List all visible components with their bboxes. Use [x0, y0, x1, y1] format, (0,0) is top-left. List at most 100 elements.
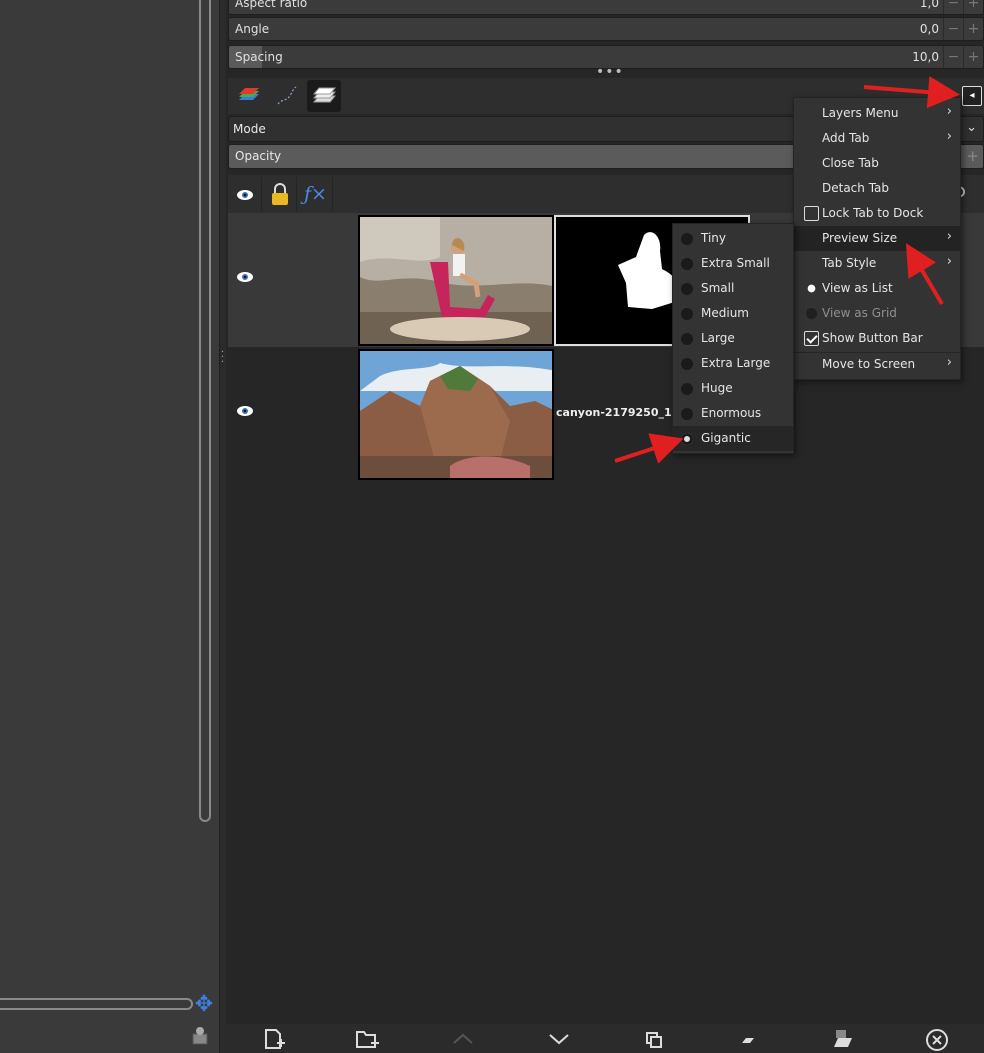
menu-item-label: Extra Large: [701, 356, 771, 370]
add-mask-button[interactable]: [828, 1026, 858, 1052]
radio-unchecked-icon: [681, 358, 693, 370]
duplicate-layer-icon: [646, 1032, 662, 1048]
quick-mask-icon[interactable]: [189, 1024, 211, 1046]
menu-item-label: Add Tab: [822, 131, 870, 145]
eye-icon: [237, 190, 253, 200]
layer-thumbnail[interactable]: [358, 215, 554, 346]
layers-tab[interactable]: [231, 80, 265, 112]
preview-size-huge[interactable]: Huge: [673, 376, 793, 401]
radio-unchecked-icon: [681, 408, 693, 420]
layers-icon: [239, 88, 259, 100]
menu-item-view-as-grid: View as Grid: [794, 301, 960, 326]
menu-item-layers-menu[interactable]: Layers Menu ›: [794, 101, 960, 126]
new-layer-icon: [265, 1029, 285, 1049]
paths-icon: [277, 86, 297, 105]
chevron-down-icon[interactable]: ⌄: [966, 120, 977, 135]
raise-layer-button[interactable]: [448, 1026, 478, 1052]
show-button-bar-checkbox[interactable]: [804, 331, 819, 346]
duplicate-layer-button[interactable]: [638, 1026, 668, 1052]
channels-icon: [312, 87, 337, 103]
menu-item-label: Huge: [701, 381, 733, 395]
increment-button[interactable]: +: [963, 18, 983, 40]
spacing-label: Spacing: [235, 50, 283, 64]
menu-item-tab-style[interactable]: Tab Style ›: [794, 251, 960, 276]
canvas-horizontal-scrollbar[interactable]: [0, 998, 193, 1010]
preview-size-medium[interactable]: Medium: [673, 301, 793, 326]
menu-item-label: Small: [701, 281, 735, 295]
preview-size-tiny[interactable]: Tiny: [673, 226, 793, 251]
splitter-grip-icon[interactable]: · · ·: [219, 348, 226, 368]
channels-tab[interactable]: [307, 80, 341, 112]
navigate-icon[interactable]: ✥: [193, 994, 215, 1016]
decrement-button[interactable]: −: [943, 0, 963, 14]
mask-icon: [834, 1030, 852, 1047]
decrement-button[interactable]: −: [943, 18, 963, 40]
increment-button[interactable]: +: [963, 0, 983, 14]
layer-name[interactable]: canyon-2179250_192: [556, 406, 687, 419]
delete-layer-button[interactable]: [922, 1026, 952, 1052]
menu-item-add-tab[interactable]: Add Tab ›: [794, 126, 960, 151]
decrement-button[interactable]: −: [943, 46, 963, 68]
menu-item-label: Preview Size: [822, 231, 898, 245]
radio-unchecked-icon: [681, 258, 693, 270]
increment-button[interactable]: +: [963, 46, 983, 68]
menu-item-move-to-screen[interactable]: Move to Screen ›: [794, 352, 960, 377]
angle-value[interactable]: 0,0: [920, 22, 939, 36]
layer-thumbnail[interactable]: [358, 349, 554, 480]
radio-checked-icon: [681, 433, 693, 445]
paths-tab[interactable]: [269, 80, 303, 112]
menu-item-label: Lock Tab to Dock: [822, 206, 924, 220]
preview-size-large[interactable]: Large: [673, 326, 793, 351]
fx-icon[interactable]: ƒ×: [299, 177, 333, 211]
tab-context-menu: Layers Menu › Add Tab › Close Tab Detach…: [793, 97, 961, 380]
menu-item-close-tab[interactable]: Close Tab: [794, 151, 960, 176]
radio-checked-icon[interactable]: [807, 284, 816, 293]
menu-item-show-button-bar[interactable]: Show Button Bar: [794, 326, 960, 351]
menu-item-label: Medium: [701, 306, 749, 320]
preview-size-small[interactable]: Small: [673, 276, 793, 301]
aspect-ratio-spinner[interactable]: Aspect ratio 1,0 − +: [228, 0, 984, 15]
preview-size-extra-small[interactable]: Extra Small: [673, 251, 793, 276]
new-layer-button[interactable]: [258, 1026, 288, 1052]
angle-spinner[interactable]: Angle 0,0 − +: [228, 17, 984, 41]
menu-item-label: Show Button Bar: [822, 331, 923, 345]
menu-item-label: Layers Menu: [822, 106, 899, 120]
aspect-ratio-value[interactable]: 1,0: [920, 0, 939, 10]
preview-size-gigantic[interactable]: Gigantic: [673, 426, 793, 451]
anchor-layer-button[interactable]: [732, 1026, 762, 1052]
eye-icon[interactable]: [236, 405, 254, 417]
spacing-value[interactable]: 10,0: [912, 50, 939, 64]
menu-item-label: Enormous: [701, 406, 762, 420]
chevron-right-icon: ›: [946, 104, 952, 119]
canvas-vertical-scrollbar[interactable]: [199, 0, 211, 822]
chevron-right-icon: ›: [946, 129, 952, 144]
opacity-label: Opacity: [235, 149, 282, 163]
radio-unchecked-icon: [681, 333, 693, 345]
lock-pixels-button[interactable]: [263, 177, 297, 211]
mode-label: Mode: [233, 122, 266, 136]
menu-item-view-as-list[interactable]: View as List: [794, 276, 960, 301]
preview-size-extra-large[interactable]: Extra Large: [673, 351, 793, 376]
preview-size-enormous[interactable]: Enormous: [673, 401, 793, 426]
new-layer-group-button[interactable]: [352, 1026, 382, 1052]
radio-unchecked-icon: [806, 308, 817, 319]
eye-icon[interactable]: [236, 271, 254, 283]
lower-layer-icon: [549, 1034, 569, 1045]
menu-item-label: Move to Screen: [822, 357, 916, 371]
menu-item-label: View as Grid: [822, 306, 897, 320]
lock-tab-checkbox[interactable]: [804, 206, 819, 221]
menu-item-detach-tab[interactable]: Detach Tab: [794, 176, 960, 201]
tab-menu-button[interactable]: ◂: [962, 86, 982, 106]
radio-unchecked-icon: [681, 233, 693, 245]
raise-layer-icon: [453, 1033, 473, 1044]
delete-layer-icon: [926, 1029, 948, 1051]
menu-item-lock-tab-to-dock[interactable]: Lock Tab to Dock: [794, 201, 960, 226]
increment-button[interactable]: +: [966, 147, 979, 165]
radio-unchecked-icon: [681, 383, 693, 395]
dock-splitter[interactable]: [219, 0, 226, 1053]
dock-resize-handle[interactable]: •••: [596, 65, 623, 79]
lower-layer-button[interactable]: [544, 1026, 574, 1052]
lock-visibility-button[interactable]: [228, 177, 262, 211]
menu-item-preview-size[interactable]: Preview Size ›: [794, 226, 960, 251]
canvas-area: [0, 0, 219, 1053]
